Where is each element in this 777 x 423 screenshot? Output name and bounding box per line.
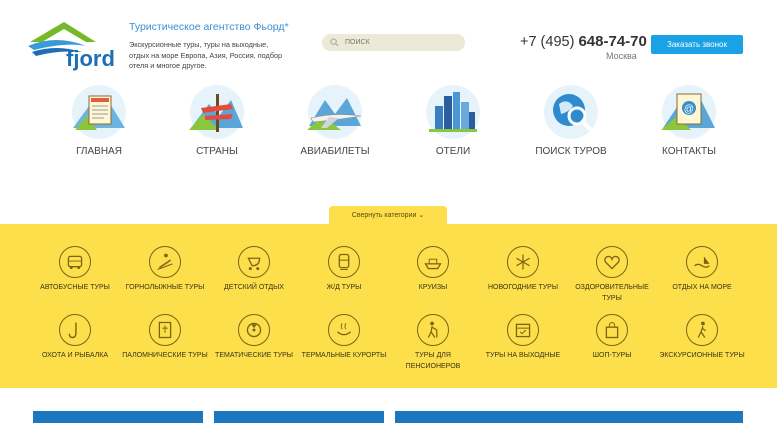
category-weekend[interactable]: ТУРЫ НА ВЫХОДНЫЕ: [477, 314, 569, 361]
stroller-icon: [238, 246, 270, 278]
chevron-down-icon: ⌄: [418, 212, 425, 219]
collapse-categories-toggle[interactable]: Свернуть категории ⌄: [329, 206, 447, 226]
phone-number[interactable]: +7 (495) 648-74-70: [520, 33, 647, 50]
signpost-icon: [189, 85, 244, 139]
category-pilgrimage[interactable]: ПАЛОМНИЧЕСКИЕ ТУРЫ: [119, 314, 211, 361]
promo-card[interactable]: [33, 411, 203, 423]
sea-icon: [686, 246, 718, 278]
nav-item-home[interactable]: ГЛАВНАЯ: [40, 84, 158, 157]
train-icon: [328, 246, 360, 278]
category-label: Ж/Д ТУРЫ: [326, 284, 362, 291]
svg-text:fjord: fjord: [66, 46, 115, 71]
calendar-icon: [507, 314, 539, 346]
category-kids[interactable]: ДЕТСКИЙ ОТДЫХ: [208, 246, 300, 293]
category-label: ТУРЫ НА ВЫХОДНЫЕ: [485, 352, 561, 359]
globe-search-icon: [544, 85, 598, 139]
agency-description: Экскурсионные туры, туры на выходные, от…: [129, 40, 283, 70]
nav-item-flights[interactable]: АВИАБИЛЕТЫ: [276, 84, 394, 157]
heart-icon: [596, 246, 628, 278]
agency-title: Туристическое агентство Фьорд*: [129, 21, 289, 33]
walking-cane-icon: [417, 314, 449, 346]
category-excursions[interactable]: ЭКСКУРСИОННЫЕ ТУРЫ: [656, 314, 748, 361]
search-box[interactable]: [322, 34, 465, 51]
skyscraper-icon: [426, 85, 480, 139]
callback-button[interactable]: Заказать звонок: [651, 35, 743, 54]
contacts-at-icon: @: [661, 85, 716, 139]
category-health[interactable]: ОЗДОРОВИТЕЛЬНЫЕ ТУРЫ: [566, 246, 658, 304]
fishhook-icon: [59, 314, 91, 346]
ship-icon: [417, 246, 449, 278]
bus-icon: [59, 246, 91, 278]
category-label: ТУРЫ ДЛЯ ПЕНСИОНЕРОВ: [405, 352, 461, 370]
category-label: ТЕМАТИЧЕСКИЕ ТУРЫ: [215, 352, 293, 359]
category-bus-tours[interactable]: АВТОБУСНЫЕ ТУРЫ: [29, 246, 121, 293]
search-icon[interactable]: [330, 38, 339, 47]
home-document-icon: [72, 85, 126, 139]
category-shopping[interactable]: ШОП-ТУРЫ: [566, 314, 658, 361]
category-new-year[interactable]: НОВОГОДНИЕ ТУРЫ: [477, 246, 569, 293]
shopping-bag-icon: [596, 314, 628, 346]
nav-label: КОНТАКТЫ: [662, 146, 716, 157]
snowflake-icon: [507, 246, 539, 278]
category-seniors[interactable]: ТУРЫ ДЛЯ ПЕНСИОНЕРОВ: [387, 314, 479, 372]
nav-label: СТРАНЫ: [196, 146, 238, 157]
category-label: ДЕТСКИЙ ОТДЫХ: [224, 284, 284, 291]
city-label: Москва: [606, 51, 637, 61]
hiker-icon: [686, 314, 718, 346]
fjord-logo[interactable]: fjord: [26, 20, 122, 72]
promo-card[interactable]: [395, 411, 743, 423]
category-hunting-fishing[interactable]: ОХОТА И РЫБАЛКА: [29, 314, 121, 361]
category-rail-tours[interactable]: Ж/Д ТУРЫ: [298, 246, 390, 293]
category-label: ГОРНОЛЫЖНЫЕ ТУРЫ: [125, 284, 205, 291]
category-label: АВТОБУСНЫЕ ТУРЫ: [40, 284, 110, 291]
category-ski-tours[interactable]: ГОРНОЛЫЖНЫЕ ТУРЫ: [119, 246, 211, 293]
svg-text:@: @: [684, 104, 694, 115]
spa-icon: [328, 314, 360, 346]
search-input[interactable]: [345, 39, 455, 46]
category-cruises[interactable]: КРУИЗЫ: [387, 246, 479, 293]
airplane-icon: [307, 85, 362, 139]
categories-panel: АВТОБУСНЫЕ ТУРЫ ГОРНОЛЫЖНЫЕ ТУРЫ ДЕТСКИЙ…: [0, 224, 777, 388]
phone-prefix: +7 (495): [520, 34, 575, 50]
category-label: ОТДЫХ НА МОРЕ: [672, 284, 732, 291]
category-label: ТЕРМАЛЬНЫЕ КУРОРТЫ: [301, 352, 387, 359]
bible-icon: [149, 314, 181, 346]
nav-item-contacts[interactable]: @ КОНТАКТЫ: [630, 84, 748, 157]
ski-icon: [149, 246, 181, 278]
category-label: ШОП-ТУРЫ: [592, 352, 632, 359]
phone-main: 648-74-70: [578, 33, 647, 50]
nav-label: ГЛАВНАЯ: [76, 146, 122, 157]
category-sea[interactable]: ОТДЫХ НА МОРЕ: [656, 246, 748, 293]
collapse-categories-label: Свернуть категории: [351, 212, 417, 219]
category-label: ОЗДОРОВИТЕЛЬНЫЕ ТУРЫ: [575, 284, 649, 302]
nav-item-hotels[interactable]: ОТЕЛИ: [394, 84, 512, 157]
radiation-icon: [238, 314, 270, 346]
nav-label: ПОИСК ТУРОВ: [535, 146, 607, 157]
category-label: ОХОТА И РЫБАЛКА: [41, 352, 109, 359]
category-label: НОВОГОДНИЕ ТУРЫ: [487, 284, 559, 291]
category-label: ЭКСКУРСИОННЫЕ ТУРЫ: [659, 352, 745, 359]
nav-label: ОТЕЛИ: [435, 146, 471, 157]
category-label: ПАЛОМНИЧЕСКИЕ ТУРЫ: [122, 352, 208, 359]
nav-item-countries[interactable]: СТРАНЫ: [158, 84, 276, 157]
category-thematic[interactable]: ТЕМАТИЧЕСКИЕ ТУРЫ: [208, 314, 300, 361]
nav-label: АВИАБИЛЕТЫ: [300, 146, 370, 157]
page: fjord Туристическое агентство Фьорд* Экс…: [0, 0, 777, 423]
category-label: КРУИЗЫ: [418, 284, 448, 291]
main-nav: ГЛАВНАЯ СТРАНЫ АВИАБИЛЕТЫ ОТЕЛИ ПОИСК ТУ…: [40, 84, 760, 164]
promo-card[interactable]: [214, 411, 384, 423]
category-thermal[interactable]: ТЕРМАЛЬНЫЕ КУРОРТЫ: [298, 314, 390, 361]
nav-item-tour-search[interactable]: ПОИСК ТУРОВ: [512, 84, 630, 157]
